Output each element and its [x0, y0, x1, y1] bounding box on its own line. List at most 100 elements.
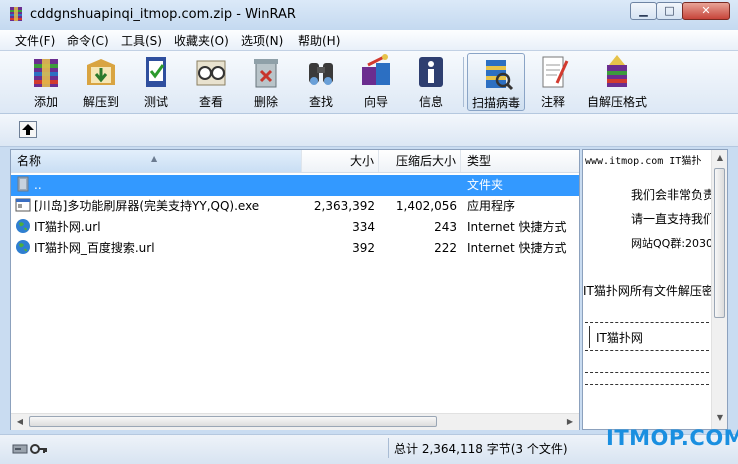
file-name: IT猫扑网.url — [34, 220, 101, 234]
file-row-exe[interactable]: [川岛]多功能刷屏器(完美支持YY,QQ).exe 2,363,392 1,40… — [11, 196, 579, 217]
vertical-scroll-thumb[interactable] — [714, 168, 725, 318]
menu-file[interactable]: 文件(F) — [15, 32, 55, 49]
file-size: 2,363,392 — [313, 199, 375, 213]
maximize-button[interactable]: □ — [656, 2, 683, 20]
menu-tools[interactable]: 工具(S) — [121, 32, 162, 49]
winrar-window: cddgnshuapinqi_itmop.com.zip - WinRAR ▁ … — [0, 0, 738, 464]
view-icon — [196, 60, 226, 86]
wizard-icon — [362, 54, 390, 85]
file-packed-size: 243 — [434, 220, 457, 234]
file-type: 文件夹 — [467, 178, 504, 192]
file-row-parent[interactable]: .. 文件夹 — [11, 175, 579, 196]
menu-favorites[interactable]: 收藏夹(O) — [174, 32, 229, 49]
status-separator — [388, 438, 389, 458]
menu-bar: 文件(F) 命令(C) 工具(S) 收藏夹(O) 选项(N) 帮助(H) — [0, 30, 738, 51]
comment-line: 网站QQ群:2030 — [631, 237, 714, 250]
comment-button[interactable]: 注释 — [525, 53, 581, 111]
comment-dash-line — [585, 384, 709, 385]
title-bar[interactable]: cddgnshuapinqi_itmop.com.zip - WinRAR ▁ … — [0, 0, 738, 30]
find-button[interactable]: 查找 — [293, 53, 349, 111]
close-button[interactable]: ✕ — [682, 2, 730, 20]
toolbar: 添加 解压到 测试 查看 删除 查找 向导 信息 扫描病毒 注释 自解压格式 — [0, 51, 738, 114]
add-button[interactable]: 添加 — [18, 53, 74, 111]
file-row-url-1[interactable]: IT猫扑网.url 334 243 Internet 快捷方式 — [11, 217, 579, 238]
file-packed-size: 1,402,056 — [395, 199, 457, 213]
column-type[interactable]: 类型 — [461, 150, 579, 172]
column-name[interactable]: ▲ 名称 — [11, 150, 302, 172]
comment-pane: www.itmop.com IT猫扑 我们会非常负责 请一直支持我们 网站QQ群… — [582, 149, 728, 430]
file-size: 334 — [352, 220, 375, 234]
winrar-app-icon — [10, 7, 22, 21]
column-size[interactable]: 大小 — [302, 150, 379, 172]
sort-ascending-icon: ▲ — [151, 154, 158, 163]
scroll-right-icon[interactable]: ▶ — [563, 416, 577, 428]
column-packed-size[interactable]: 压缩后大小 — [379, 150, 461, 172]
status-summary: 总计 2,364,118 字节(3 个文件) — [394, 442, 568, 456]
wizard-label: 向导 — [363, 95, 388, 109]
folder-up-icon — [17, 176, 29, 192]
horizontal-scroll-thumb[interactable] — [29, 416, 437, 427]
vertical-scrollbar[interactable]: ▲ ▼ — [711, 150, 727, 429]
sfx-icon — [607, 55, 627, 87]
file-list: ▲ 名称 大小 压缩后大小 类型 .. 文件夹 [川岛]多功能刷屏器(完美支持Y… — [10, 149, 580, 430]
scroll-left-icon[interactable]: ◀ — [13, 416, 27, 428]
sfx-label: 自解压格式 — [586, 95, 647, 109]
comment-line: 请一直支持我们 — [631, 212, 716, 226]
toolbar-separator — [463, 57, 464, 107]
file-row-url-2[interactable]: IT猫扑网_百度搜索.url 392 222 Internet 快捷方式 — [11, 238, 579, 259]
add-label: 添加 — [33, 95, 58, 109]
window-title: cddgnshuapinqi_itmop.com.zip - WinRAR — [30, 7, 296, 22]
menu-options[interactable]: 选项(N) — [241, 32, 283, 49]
comment-header: www.itmop.com IT猫扑 — [585, 156, 702, 167]
delete-label: 删除 — [253, 95, 278, 109]
info-button[interactable]: 信息 — [403, 53, 459, 111]
view-button[interactable]: 查看 — [183, 53, 239, 111]
url-globe-icon — [16, 219, 30, 233]
file-type: Internet 快捷方式 — [467, 220, 567, 234]
scroll-down-icon[interactable]: ▼ — [713, 412, 727, 424]
file-type: Internet 快捷方式 — [467, 241, 567, 255]
drive-icon[interactable] — [12, 442, 28, 456]
comment-line: IT猫扑网所有文件解压密 — [583, 284, 714, 298]
test-button[interactable]: 测试 — [128, 53, 184, 111]
wizard-button[interactable]: 向导 — [348, 53, 404, 111]
comment-box-label: IT猫扑网 — [596, 331, 643, 345]
exe-file-icon — [15, 198, 31, 212]
file-packed-size — [379, 175, 457, 196]
key-icon[interactable] — [30, 442, 48, 456]
file-name: .. — [34, 178, 42, 192]
file-size: 392 — [352, 241, 375, 255]
comment-label: 注释 — [540, 95, 565, 109]
find-label: 查找 — [308, 95, 333, 109]
file-packed-size: 222 — [434, 241, 457, 255]
file-name: [川岛]多功能刷屏器(完美支持YY,QQ).exe — [34, 199, 260, 213]
scroll-up-icon[interactable]: ▲ — [713, 152, 727, 164]
menu-commands[interactable]: 命令(C) — [67, 32, 109, 49]
minimize-button[interactable]: ▁ — [630, 2, 657, 20]
menu-help[interactable]: 帮助(H) — [298, 32, 340, 49]
test-icon — [146, 57, 166, 87]
comment-line: 我们会非常负责 — [631, 188, 716, 202]
up-arrow-icon — [22, 124, 34, 135]
extract-to-button[interactable]: 解压到 — [73, 53, 129, 111]
file-size — [302, 175, 375, 196]
info-label: 信息 — [418, 95, 443, 109]
delete-icon — [254, 59, 278, 88]
add-archive-icon — [34, 59, 58, 87]
virus-scan-label: 扫描病毒 — [471, 96, 520, 110]
comment-dash-line — [585, 350, 709, 351]
file-type: 应用程序 — [467, 199, 516, 213]
delete-button[interactable]: 删除 — [238, 53, 294, 111]
sfx-button[interactable]: 自解压格式 — [585, 53, 649, 111]
file-name: IT猫扑网_百度搜索.url — [34, 241, 155, 255]
find-icon — [309, 63, 333, 85]
virus-scan-button[interactable]: 扫描病毒 — [467, 53, 525, 111]
comment-dash-line — [585, 372, 709, 373]
column-header: ▲ 名称 大小 压缩后大小 类型 — [11, 150, 579, 173]
comment-icon — [542, 56, 569, 88]
horizontal-scrollbar[interactable]: ◀ ▶ — [11, 413, 579, 430]
comment-box: IT猫扑网 — [589, 326, 710, 348]
up-folder-button[interactable] — [19, 121, 37, 138]
virus-scan-icon — [486, 60, 514, 91]
url-globe-icon — [16, 240, 30, 254]
